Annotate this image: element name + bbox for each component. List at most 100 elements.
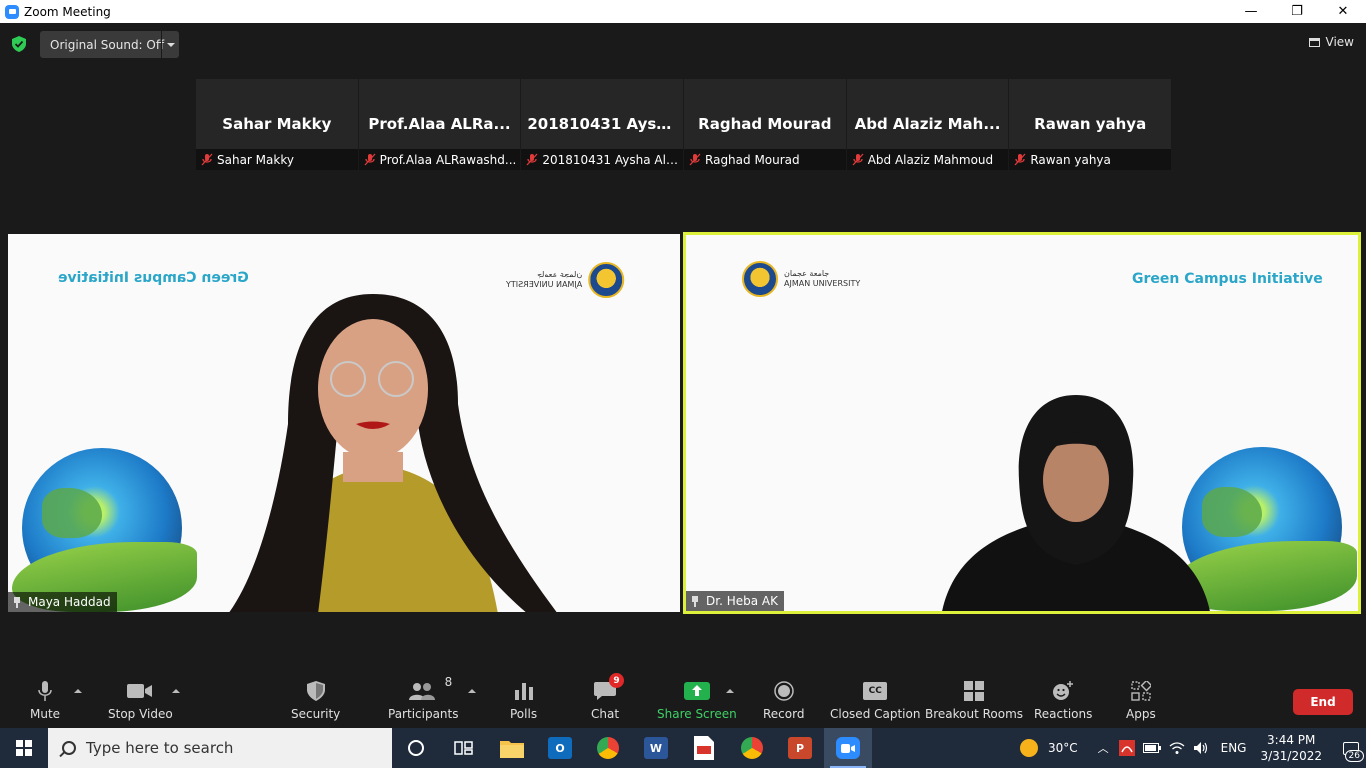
cortana-button[interactable] [392,728,440,768]
original-sound-dropdown-icon[interactable] [161,31,179,58]
participants-options-chevron-icon[interactable] [468,689,476,695]
participant-nameplate: Sahar Makky [196,149,358,170]
video-tile-maya[interactable]: Green Campus Initiative جامعة عجمان AJMA… [8,234,680,612]
security-button[interactable]: Security [291,679,340,721]
task-view-button[interactable] [440,728,488,768]
audio-options-chevron-icon[interactable] [74,689,82,695]
closed-caption-label: Closed Caption [830,707,921,721]
chat-button[interactable]: 9 Chat [591,673,625,721]
clock-time: 3:44 PM [1267,732,1316,747]
weather-temperature[interactable]: 30°C [1048,741,1078,755]
action-center-button[interactable]: 26 [1336,728,1366,768]
powerpoint-icon: P [788,737,812,759]
mic-muted-icon [526,153,538,166]
participants-button[interactable]: 8 Participants [388,675,459,721]
university-seal-icon [588,262,625,298]
breakout-rooms-button[interactable]: Breakout Rooms [925,679,1023,721]
start-button[interactable] [0,728,48,768]
window-title: Zoom Meeting [24,4,111,19]
share-options-chevron-icon[interactable] [726,689,734,695]
participant-nameplate: Prof.Alaa ALRawashd... [358,149,521,170]
closed-caption-icon: CC [863,682,888,700]
chrome-icon [741,737,763,759]
polls-bar-chart-icon [514,683,533,700]
mic-muted-icon [689,153,701,166]
apps-button[interactable]: Apps [1126,679,1156,721]
taskbar-app-chrome-e[interactable] [728,728,776,768]
record-button[interactable]: Record [763,679,804,721]
encryption-shield-icon[interactable] [12,36,26,52]
restore-button[interactable]: ❐ [1274,0,1320,23]
university-name-english: AJMAN UNIVERSITY [784,279,861,288]
breakout-rooms-grid-icon [964,681,985,701]
weather-sun-icon[interactable] [1019,739,1038,757]
tray-overflow-chevron-icon[interactable]: ︿ [1098,740,1109,756]
chat-label: Chat [591,707,620,721]
mute-label: Mute [30,707,61,721]
taskbar-app-word[interactable]: W [632,728,680,768]
window-controls: — ❐ ✕ [1228,0,1366,23]
mic-muted-icon [364,153,376,166]
participant-display-name: Raghad Mourad [698,115,832,133]
participant-tile[interactable]: Prof.Alaa ALRa... Prof.Alaa ALRawashd... [358,79,521,170]
zoom-icon [836,737,860,759]
search-icon [62,741,76,755]
close-button[interactable]: ✕ [1320,0,1366,23]
breakout-rooms-label: Breakout Rooms [925,707,1024,721]
polls-button[interactable]: Polls [510,679,537,721]
participant-tile[interactable]: 201810431 Aysh... 201810431 Aysha Als... [521,79,684,170]
participant-display-name: Prof.Alaa ALRa... [368,115,511,133]
taskbar-app-zoom[interactable] [824,728,872,768]
reactions-label: Reactions [1034,707,1093,721]
participant-nameplate: Rawan yahya [1009,149,1172,170]
reactions-button[interactable]: Reactions [1034,679,1092,721]
participant-name: Rawan yahya [1030,152,1111,167]
volume-icon[interactable] [1193,741,1209,755]
stop-video-label: Stop Video [108,707,173,721]
participant-tile[interactable]: Raghad Mourad Raghad Mourad [684,79,846,170]
wifi-icon[interactable] [1169,741,1185,755]
end-meeting-button[interactable]: End [1293,689,1353,715]
globe-illustration [12,448,197,612]
windows-logo-icon [16,740,32,756]
taskbar-app-outlook[interactable]: O [536,728,584,768]
outlook-icon: O [548,737,572,759]
participant-nameplate: Abd Alaziz Mahmoud [846,149,1009,170]
pin-icon [12,596,22,608]
participant-tile[interactable]: Rawan yahya Rawan yahya [1009,79,1172,170]
participant-display-name: Sahar Makky [222,115,332,133]
search-placeholder: Type here to search [86,739,234,757]
apps-icon [1131,681,1151,701]
window-titlebar: Zoom Meeting — ❐ ✕ [0,0,1366,23]
video-tile-heba-active-speaker[interactable]: جامعة عجمان AJMAN UNIVERSITY Green Campu… [683,232,1361,614]
closed-caption-button[interactable]: CC Closed Caption [830,679,920,721]
participant-name: Abd Alaziz Mahmoud [867,152,994,167]
taskbar-app-file-explorer[interactable] [488,728,536,768]
view-button[interactable]: View [1308,35,1354,49]
apps-label: Apps [1126,707,1156,721]
pdf-document-icon [694,736,714,760]
input-language[interactable]: ENG [1221,741,1247,755]
zoom-app-icon [5,4,19,19]
stop-video-button[interactable]: Stop Video [108,679,173,721]
share-screen-button[interactable]: Share Screen [657,679,737,721]
acrobat-tray-icon[interactable] [1118,740,1135,756]
participant-display-name: 201810431 Aysh... [527,115,684,133]
chrome-icon [597,737,619,759]
taskbar-app-chrome-m[interactable] [584,728,632,768]
video-options-chevron-icon[interactable] [172,689,180,695]
video-participant-name: Maya Haddad [28,595,111,609]
original-sound-toggle[interactable]: Original Sound: Off [40,31,179,58]
taskbar-app-pdf[interactable] [680,728,728,768]
participant-tile[interactable]: Sahar Makky Sahar Makky [196,79,358,170]
virtual-background-banner: Green Campus Initiative [1132,271,1323,287]
battery-icon[interactable] [1142,742,1161,754]
participant-tile[interactable]: Abd Alaziz Mah... Abd Alaziz Mahmoud [846,79,1009,170]
minimize-button[interactable]: — [1228,0,1274,23]
taskbar-clock[interactable]: 3:44 PM 3/31/2022 [1260,732,1322,764]
taskbar-app-powerpoint[interactable]: P [776,728,824,768]
windows-taskbar: Type here to search O W P 30°C ︿ ENG 3:4… [0,728,1366,768]
mute-button[interactable]: Mute [30,679,60,721]
polls-label: Polls [510,707,538,721]
taskbar-search-box[interactable]: Type here to search [48,728,392,768]
